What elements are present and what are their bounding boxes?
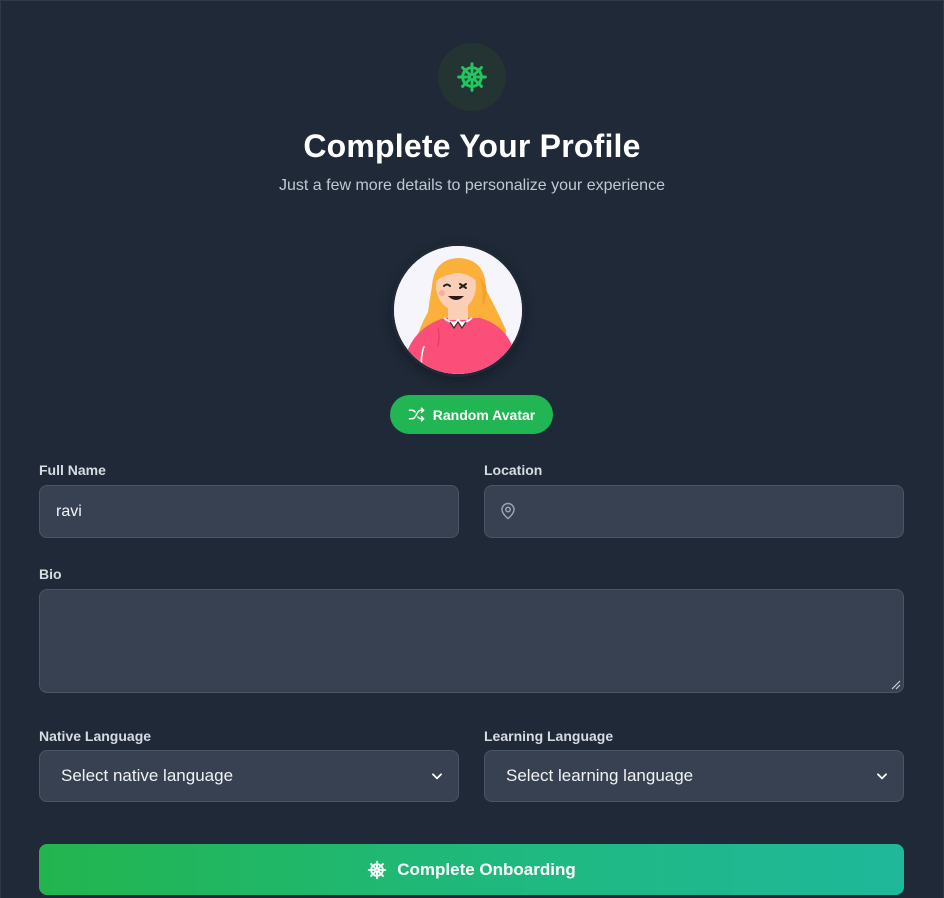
ship-wheel-icon (368, 860, 387, 879)
page-subtitle: Just a few more details to personalize y… (279, 177, 665, 194)
map-pin-icon (501, 502, 515, 520)
full-name-label: Full Name (39, 462, 106, 478)
native-language-label: Native Language (39, 728, 152, 744)
avatar-illustration (394, 246, 522, 374)
logo-badge (438, 43, 506, 111)
full-name-input[interactable] (39, 485, 459, 538)
shuffle-icon (408, 407, 425, 422)
native-language-value: Select native language (61, 766, 234, 785)
random-avatar-label: Random Avatar (432, 406, 536, 423)
ship-wheel-icon (457, 62, 487, 92)
chevron-down-icon (877, 773, 887, 780)
random-avatar-button[interactable]: Random Avatar (390, 395, 553, 434)
learning-language-value: Select learning language (506, 766, 694, 785)
native-language-select[interactable]: Select native language (39, 750, 459, 802)
bio-textarea[interactable] (39, 589, 904, 693)
page-title: Complete Your Profile (303, 128, 641, 164)
learning-language-select[interactable]: Select learning language (484, 750, 904, 802)
location-input[interactable] (484, 485, 904, 538)
location-label: Location (484, 462, 543, 478)
bio-label: Bio (39, 566, 62, 582)
avatar (394, 246, 522, 374)
resize-grip-icon[interactable] (891, 680, 901, 690)
chevron-down-icon (432, 773, 442, 780)
learning-language-label: Learning Language (484, 728, 614, 744)
complete-onboarding-label: Complete Onboarding (397, 859, 576, 879)
complete-onboarding-button[interactable]: Complete Onboarding (39, 844, 904, 895)
